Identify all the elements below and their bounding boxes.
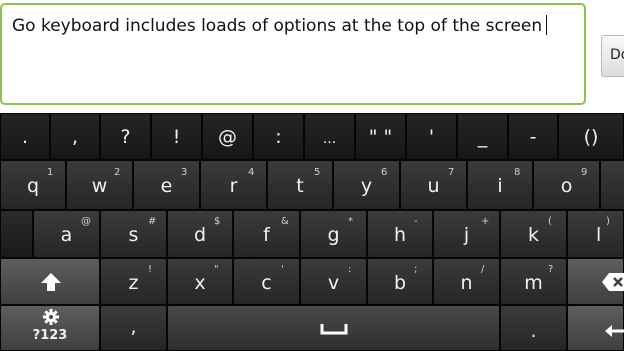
key-i[interactable]: i8 — [467, 160, 533, 210]
space-bar[interactable] — [167, 305, 500, 351]
keyboard: . , ? ! @ : ... " " ' _ - () q1 w2 e3 r4… — [0, 113, 624, 351]
symbols-label: ?123 — [32, 328, 68, 343]
key-e[interactable]: e3 — [133, 160, 200, 210]
row2-left-gap — [0, 210, 33, 258]
symbol-key-at[interactable]: @ — [202, 113, 253, 160]
key-d[interactable]: d $ — [167, 210, 233, 258]
key-o[interactable]: o9 — [533, 160, 600, 210]
compose-area: Go keyboard includes loads of options at… — [0, 0, 624, 113]
key-j[interactable]: j + — [433, 210, 500, 258]
key-t[interactable]: t5 — [267, 160, 333, 210]
key-q[interactable]: q1 — [0, 160, 66, 210]
backspace-icon — [602, 273, 624, 291]
done-button-label: Do — [610, 47, 624, 63]
shift-key[interactable] — [0, 258, 100, 305]
key-h[interactable]: h- — [367, 210, 433, 258]
symbol-key-parentheses[interactable]: () — [558, 113, 624, 160]
backspace-key[interactable] — [567, 258, 624, 305]
symbol-key-apostrophe[interactable]: ' — [406, 113, 457, 160]
key-g[interactable]: g * — [300, 210, 367, 258]
key-w[interactable]: w2 — [66, 160, 133, 210]
symbol-key-underscore[interactable]: _ — [457, 113, 508, 160]
gear-icon — [43, 309, 59, 325]
text-input-value: Go keyboard includes loads of options at… — [12, 16, 543, 36]
symbol-key-exclamation[interactable]: ! — [151, 113, 202, 160]
key-a[interactable]: a @ — [33, 210, 100, 258]
key-y[interactable]: y6 — [333, 160, 400, 210]
key-f[interactable]: f & — [233, 210, 300, 258]
key-b[interactable]: b; — [367, 258, 433, 305]
period-key[interactable]: . — [500, 305, 567, 351]
symbols-settings-key[interactable]: ?123 — [0, 305, 100, 351]
symbol-key-comma[interactable]: , — [50, 113, 100, 160]
symbol-key-ellipsis[interactable]: ... — [304, 113, 355, 160]
key-r[interactable]: r4 — [200, 160, 267, 210]
space-bar-icon — [320, 324, 348, 335]
key-c[interactable]: c ' — [233, 258, 300, 305]
key-v[interactable]: v: — [300, 258, 367, 305]
symbol-key-period[interactable]: . — [0, 113, 50, 160]
key-l[interactable]: l) — [567, 210, 624, 258]
enter-arrow-icon — [605, 325, 624, 337]
key-p-partial[interactable] — [600, 160, 624, 210]
key-m[interactable]: m? — [500, 258, 567, 305]
key-z[interactable]: z! — [100, 258, 167, 305]
key-k[interactable]: k( — [500, 210, 567, 258]
symbol-key-hyphen[interactable]: - — [508, 113, 558, 160]
key-u[interactable]: u7 — [400, 160, 467, 210]
key-s[interactable]: s # — [100, 210, 167, 258]
text-caret — [546, 15, 548, 35]
done-button[interactable]: Do — [601, 35, 624, 77]
comma-key[interactable]: , — [100, 305, 167, 351]
key-x[interactable]: x " — [167, 258, 233, 305]
text-input-field[interactable]: Go keyboard includes loads of options at… — [0, 3, 586, 105]
up-arrow-icon — [41, 273, 61, 291]
key-n[interactable]: n / — [433, 258, 500, 305]
symbol-key-colon[interactable]: : — [253, 113, 304, 160]
symbol-key-question[interactable]: ? — [100, 113, 151, 160]
symbol-key-quotes[interactable]: " " — [355, 113, 406, 160]
enter-key[interactable] — [567, 305, 624, 351]
